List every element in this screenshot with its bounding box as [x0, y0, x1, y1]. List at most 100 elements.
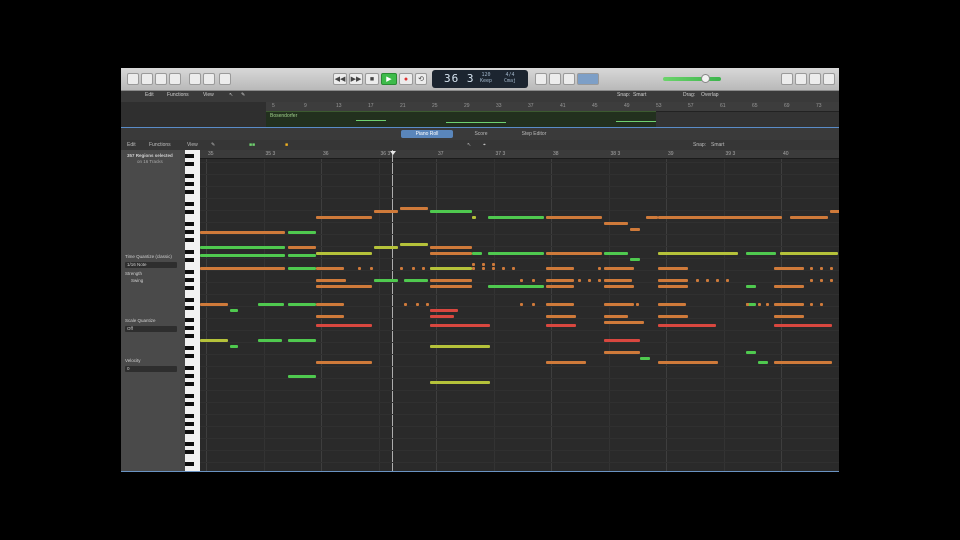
- midi-note[interactable]: [546, 267, 574, 270]
- midi-note[interactable]: [288, 267, 316, 270]
- collapse-mode-icon[interactable]: ■: [285, 142, 288, 148]
- piano-roll-grid[interactable]: 3535 33636 33737 33838 33939 34040 3: [200, 150, 839, 472]
- black-key[interactable]: [185, 154, 194, 158]
- midi-note[interactable]: [374, 279, 398, 282]
- midi-note[interactable]: [370, 267, 373, 270]
- midi-note[interactable]: [230, 309, 238, 312]
- black-key[interactable]: [185, 394, 194, 398]
- midi-note[interactable]: [746, 252, 776, 255]
- midi-note[interactable]: [604, 279, 632, 282]
- midi-note[interactable]: [520, 303, 523, 306]
- midi-note[interactable]: [532, 279, 535, 282]
- master-volume-slider[interactable]: [663, 77, 721, 81]
- black-key[interactable]: [185, 202, 194, 206]
- midi-note[interactable]: [472, 263, 475, 266]
- piano-roll-ruler[interactable]: 3535 33636 33737 33838 33939 34040 3: [200, 150, 839, 159]
- midi-note[interactable]: [400, 243, 428, 246]
- midi-note[interactable]: [716, 279, 719, 282]
- midi-note[interactable]: [492, 267, 495, 270]
- mixer-button[interactable]: [203, 73, 215, 85]
- midi-note[interactable]: [422, 267, 425, 270]
- view-menu[interactable]: View: [203, 92, 214, 98]
- midi-note[interactable]: [546, 303, 574, 306]
- midi-note[interactable]: [288, 303, 316, 306]
- midi-note[interactable]: [200, 231, 285, 234]
- midi-note[interactable]: [316, 267, 344, 270]
- midi-note[interactable]: [200, 339, 228, 342]
- black-key[interactable]: [185, 270, 194, 274]
- inspector-button[interactable]: [141, 73, 153, 85]
- midi-note[interactable]: [774, 303, 804, 306]
- black-key[interactable]: [185, 430, 194, 434]
- pr-view-menu[interactable]: View: [187, 142, 198, 148]
- midi-note[interactable]: [658, 216, 758, 219]
- black-key[interactable]: [185, 230, 194, 234]
- midi-note[interactable]: [726, 279, 729, 282]
- play-button[interactable]: ▶: [381, 73, 397, 85]
- midi-note[interactable]: [774, 361, 832, 364]
- midi-note[interactable]: [200, 254, 285, 257]
- midi-note[interactable]: [766, 303, 769, 306]
- black-key[interactable]: [185, 174, 194, 178]
- midi-note[interactable]: [546, 252, 602, 255]
- midi-note[interactable]: [502, 267, 505, 270]
- midi-note[interactable]: [604, 315, 628, 318]
- midi-note[interactable]: [830, 210, 839, 213]
- midi-note[interactable]: [230, 345, 238, 348]
- midi-note[interactable]: [646, 216, 658, 219]
- midi-note[interactable]: [404, 303, 407, 306]
- midi-note[interactable]: [316, 252, 372, 255]
- midi-note[interactable]: [288, 246, 316, 249]
- tuner-button[interactable]: [535, 73, 547, 85]
- midi-note[interactable]: [746, 216, 782, 219]
- midi-note[interactable]: [492, 263, 495, 266]
- midi-note[interactable]: [588, 279, 591, 282]
- black-key[interactable]: [185, 318, 194, 322]
- midi-note[interactable]: [288, 231, 316, 234]
- midi-note[interactable]: [640, 357, 650, 360]
- midi-note[interactable]: [790, 216, 828, 219]
- midi-note[interactable]: [200, 246, 285, 249]
- midi-note[interactable]: [658, 285, 688, 288]
- rewind-button[interactable]: ◀◀: [333, 73, 347, 85]
- midi-note[interactable]: [546, 216, 602, 219]
- midi-note[interactable]: [618, 267, 621, 270]
- midi-note[interactable]: [258, 303, 284, 306]
- midi-note[interactable]: [604, 351, 640, 354]
- midi-note[interactable]: [780, 252, 838, 255]
- black-key[interactable]: [185, 414, 194, 418]
- midi-note[interactable]: [426, 303, 429, 306]
- marquee-tool-icon[interactable]: ⌖: [483, 142, 486, 148]
- toolbar-button[interactable]: [169, 73, 181, 85]
- count-in-button[interactable]: [563, 73, 575, 85]
- midi-note[interactable]: [288, 375, 316, 378]
- black-key[interactable]: [185, 210, 194, 214]
- midi-note[interactable]: [630, 228, 640, 231]
- midi-note[interactable]: [746, 303, 749, 306]
- midi-note[interactable]: [512, 267, 515, 270]
- tab-score[interactable]: Score: [463, 130, 499, 138]
- quick-help-button[interactable]: [155, 73, 167, 85]
- midi-note[interactable]: [630, 303, 633, 306]
- midi-note[interactable]: [658, 252, 738, 255]
- pencil-tool-icon[interactable]: ✎: [211, 142, 215, 148]
- midi-note[interactable]: [488, 216, 544, 219]
- midi-note[interactable]: [598, 279, 601, 282]
- midi-note[interactable]: [604, 339, 640, 342]
- midi-note[interactable]: [658, 303, 686, 306]
- midi-note[interactable]: [430, 345, 490, 348]
- midi-note[interactable]: [200, 267, 285, 270]
- midi-note[interactable]: [658, 267, 688, 270]
- notepad-button[interactable]: [795, 73, 807, 85]
- midi-note[interactable]: [696, 279, 699, 282]
- midi-note[interactable]: [316, 279, 346, 282]
- midi-note[interactable]: [658, 361, 718, 364]
- midi-note[interactable]: [316, 303, 344, 306]
- track-header[interactable]: [121, 102, 267, 127]
- midi-note[interactable]: [472, 252, 482, 255]
- midi-note[interactable]: [598, 267, 601, 270]
- midi-note[interactable]: [430, 315, 454, 318]
- midi-note[interactable]: [546, 361, 586, 364]
- black-key[interactable]: [185, 238, 194, 242]
- midi-note[interactable]: [400, 207, 428, 210]
